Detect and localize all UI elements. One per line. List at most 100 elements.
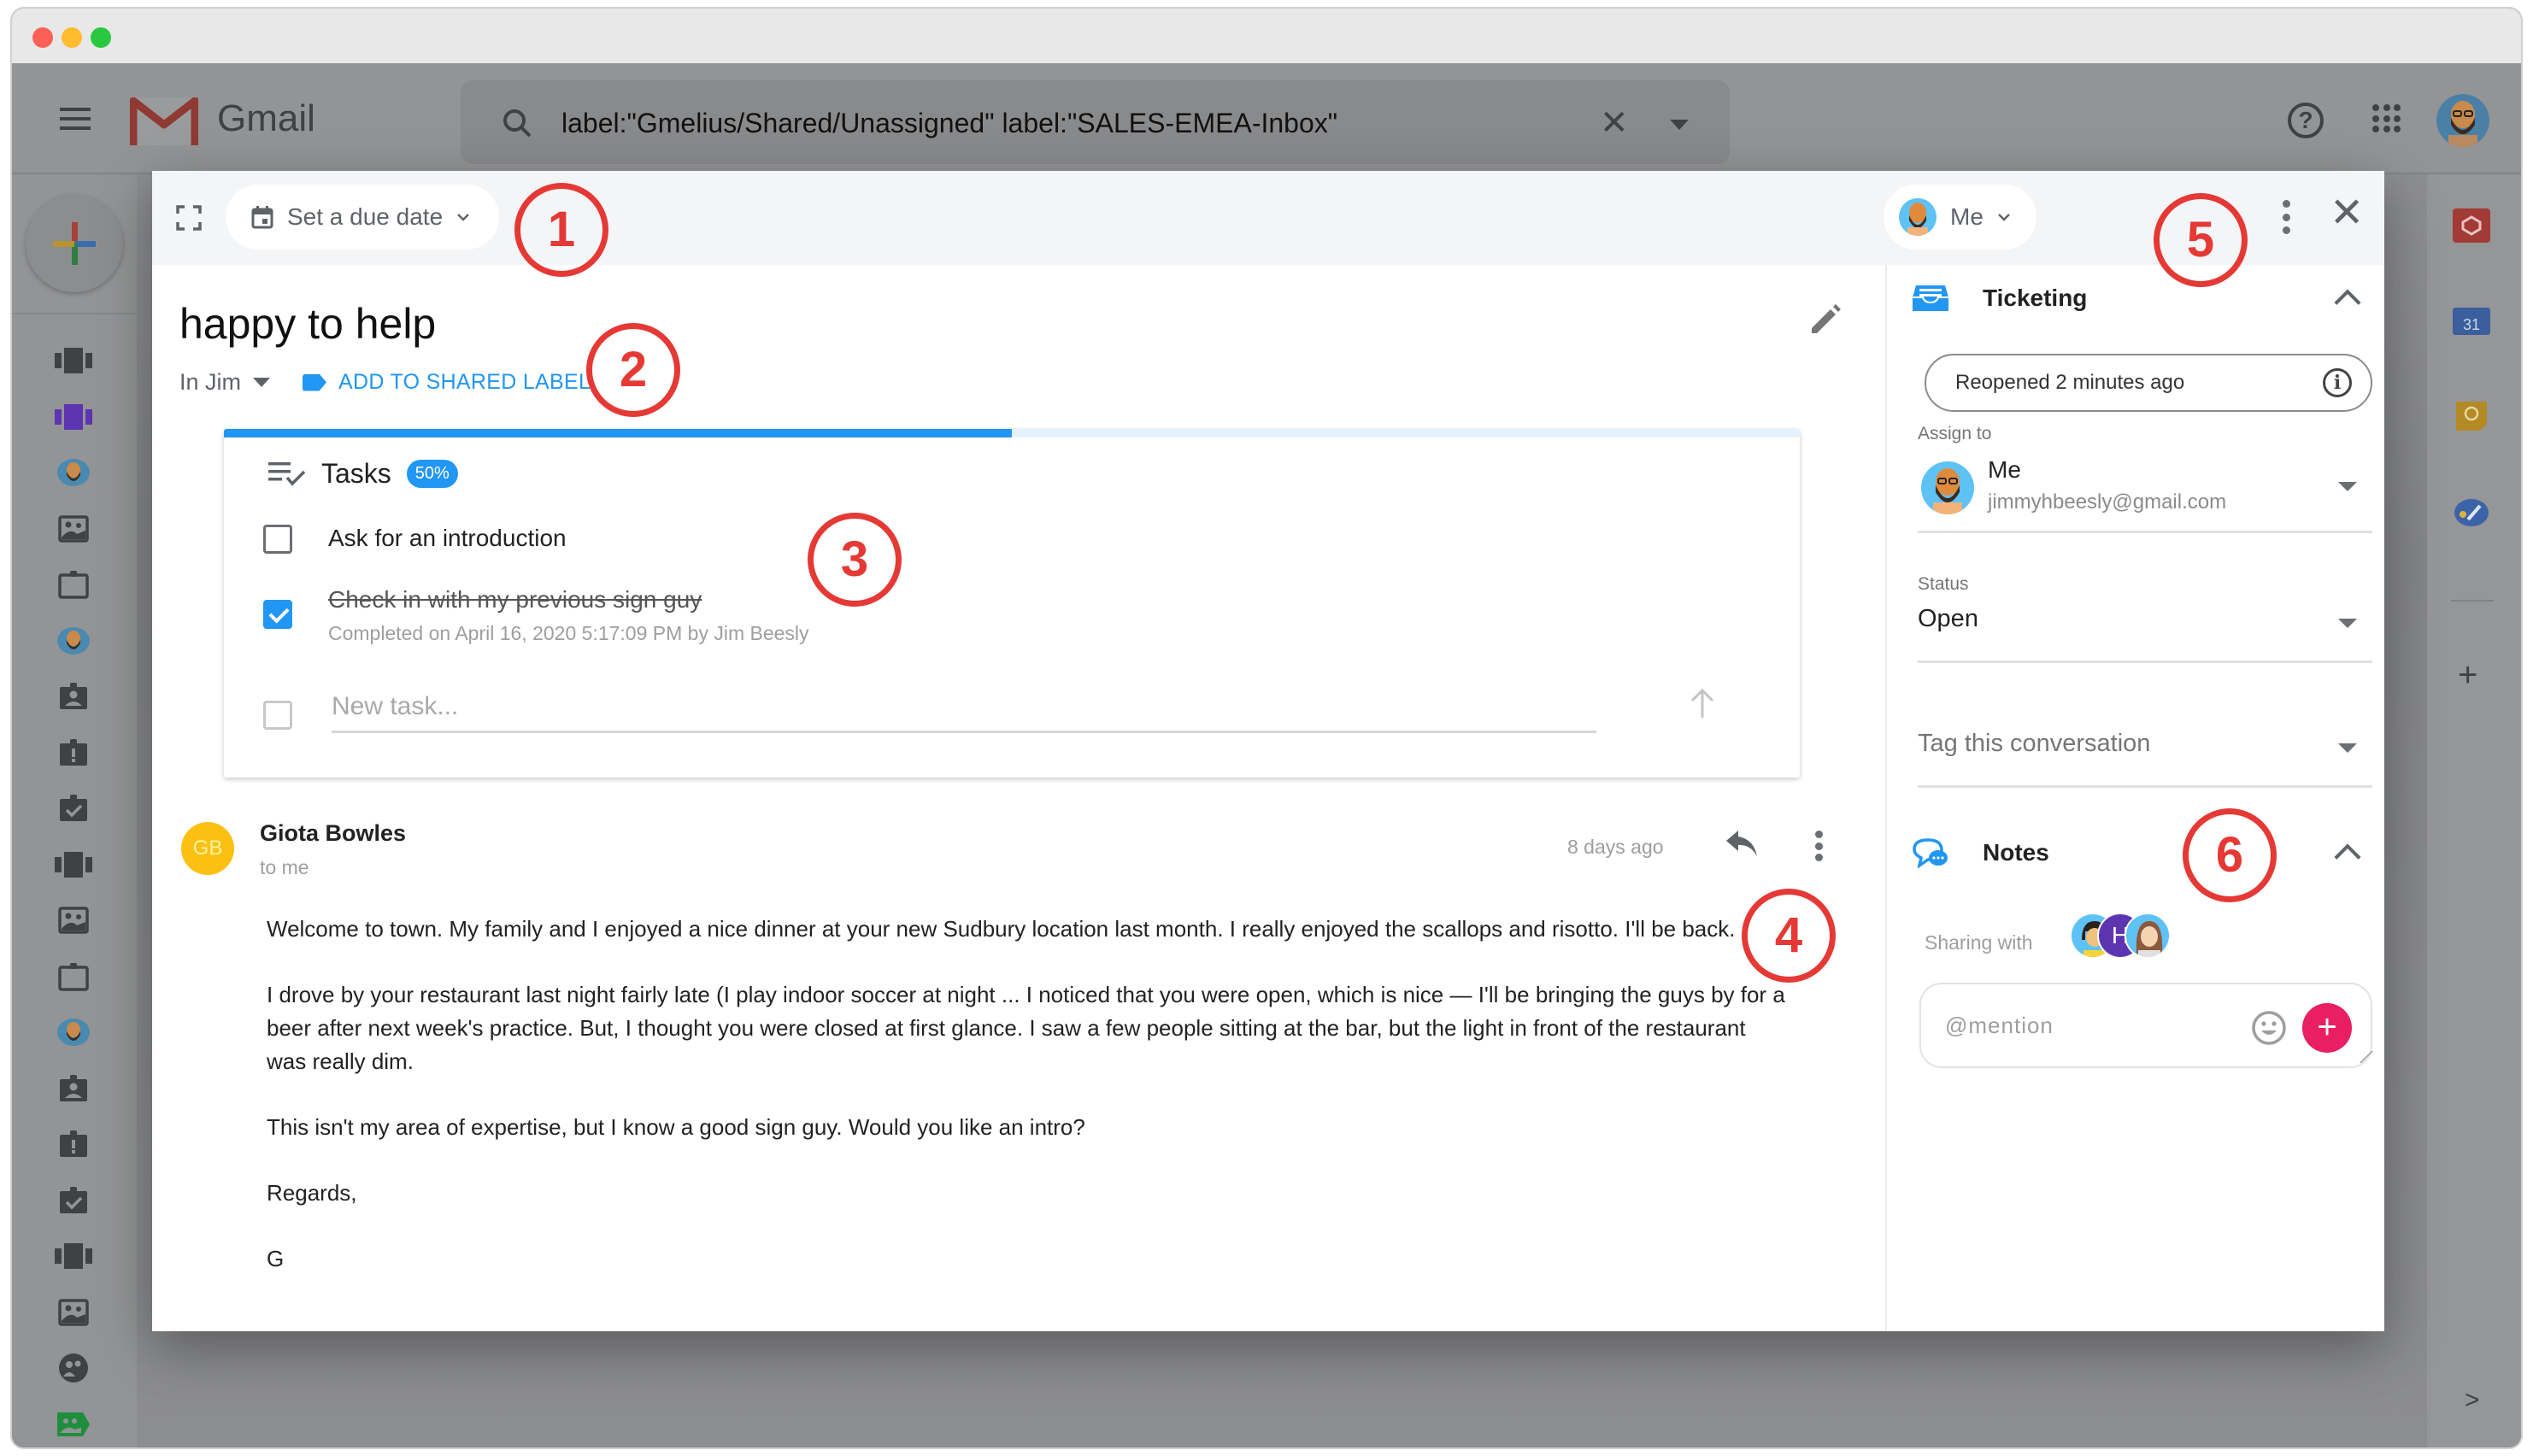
tasks-progress-badge: 50% (406, 460, 458, 488)
emoji-icon[interactable] (2251, 1010, 2287, 1046)
window-titlebar (12, 9, 2521, 63)
search-options-icon[interactable] (1670, 120, 1689, 130)
group-icon[interactable] (55, 1349, 92, 1387)
task-item: Check in with my previous sign guy Compl… (263, 586, 809, 645)
label-board-icon[interactable] (55, 1406, 92, 1443)
avatar-icon[interactable] (55, 1013, 92, 1051)
clipboard-check-icon[interactable] (55, 1182, 92, 1219)
recipient-label[interactable]: to me (260, 856, 309, 879)
tasks-card: Tasks 50% Ask for an introduction Check … (224, 429, 1800, 778)
resize-handle[interactable] (2349, 1051, 2373, 1063)
sharing-with-label: Sharing with (1925, 931, 2033, 954)
add-to-shared-label-button[interactable]: ADD TO SHARED LABEL (303, 370, 591, 395)
calendar-icon[interactable]: 31 (2453, 304, 2490, 338)
new-task-checkbox (263, 701, 292, 730)
clipboard-alert-icon[interactable] (55, 734, 92, 772)
window-close-button[interactable] (32, 27, 53, 48)
assign-to-select[interactable]: Me jimmyhbeesly@gmail.com (1918, 453, 2372, 533)
due-date-label: Set a due date (287, 203, 444, 230)
info-icon[interactable]: i (2323, 368, 2352, 397)
chevron-right-icon[interactable]: > (2465, 1386, 2480, 1415)
fullscreen-icon[interactable] (176, 205, 202, 231)
chevron-up-icon[interactable] (2334, 843, 2361, 871)
carousel-icon[interactable] (39, 1225, 108, 1287)
add-note-button[interactable]: + (2302, 1003, 2352, 1053)
carousel-icon[interactable] (55, 342, 92, 379)
keep-icon[interactable] (2453, 398, 2490, 432)
message-paragraph: Regards, (267, 1180, 357, 1206)
modal-toolbar: Set a due date Me ✕ (152, 171, 2384, 265)
annotation-callout-1: 1 (514, 183, 608, 277)
folder-label[interactable]: In Jim (179, 369, 241, 396)
conversation-modal: Set a due date Me ✕ happy to help In Jim (152, 171, 2384, 1331)
reply-icon[interactable] (1725, 829, 1759, 858)
task-checkbox-checked[interactable] (263, 600, 292, 629)
rail-divider (12, 313, 137, 314)
task-text[interactable]: Check in with my previous sign guy (328, 586, 809, 614)
image-board-icon[interactable] (55, 1294, 92, 1331)
window-minimize-button[interactable] (62, 27, 82, 48)
search-bar[interactable]: label:"Gmelius/Shared/Unassigned" label:… (461, 80, 1730, 164)
chevron-down-icon (457, 214, 470, 221)
bearded-man-avatar-icon (2436, 94, 2489, 147)
clipboard-icon[interactable] (55, 566, 92, 603)
apps-grid-icon[interactable] (2372, 104, 2401, 133)
annotation-callout-2: 2 (586, 323, 680, 417)
window-zoom-button[interactable] (91, 27, 111, 48)
avatar-icon[interactable] (55, 622, 92, 660)
dropdown-triangle-icon (2338, 482, 2357, 491)
carousel-icon[interactable] (55, 846, 92, 884)
ticket-status-pill: Reopened 2 minutes ago i (1925, 354, 2372, 412)
dropdown-triangle-icon[interactable] (253, 378, 271, 387)
gmelius-icon[interactable] (2453, 208, 2490, 243)
status-select[interactable]: Open (1918, 605, 2372, 663)
clipboard-check-icon[interactable] (55, 790, 92, 827)
close-icon[interactable]: ✕ (2330, 193, 2364, 234)
arrow-up-icon[interactable] (1685, 687, 1719, 721)
more-vert-icon[interactable] (2280, 200, 2292, 234)
sender-name[interactable]: Giota Bowles (260, 820, 406, 847)
edit-pencil-icon[interactable] (1808, 302, 1842, 337)
plus-icon[interactable]: + (2458, 658, 2477, 692)
woman-long-hair-avatar[interactable] (2125, 913, 2171, 959)
compose-button[interactable] (26, 195, 123, 292)
search-input[interactable]: label:"Gmelius/Shared/Unassigned" label:… (561, 108, 1337, 139)
more-vert-icon[interactable] (1813, 831, 1824, 861)
message-body: Welcome to town. My family and I enjoyed… (267, 913, 1916, 1308)
tasks-title: Tasks (321, 458, 391, 489)
note-composer: + (1919, 983, 2373, 1068)
tasks-header: Tasks 50% (268, 458, 458, 490)
help-icon[interactable]: ? (2288, 103, 2324, 138)
clipboard-icon[interactable] (39, 945, 108, 1007)
search-icon[interactable] (502, 108, 532, 138)
close-icon[interactable]: ✕ (1600, 106, 1629, 140)
mention-input[interactable] (1945, 1008, 2236, 1042)
image-board-icon[interactable] (55, 510, 92, 548)
ticketing-section-header[interactable]: Ticketing (1913, 284, 2369, 316)
assignee-chip-button[interactable]: Me (1884, 185, 2036, 250)
task-checkbox[interactable] (263, 525, 292, 554)
gmail-header: Gmail label:"Gmelius/Shared/Unassigned" … (12, 63, 2521, 174)
main-menu-icon[interactable] (60, 108, 91, 130)
image-board-icon[interactable] (55, 901, 92, 939)
conversation-pane: happy to help In Jim ADD TO SHARED LABEL (152, 265, 1885, 1331)
new-task-input[interactable] (332, 682, 1596, 733)
rail-divider (2451, 600, 2494, 602)
avatar-icon[interactable] (55, 454, 92, 491)
set-due-date-button[interactable]: Set a due date (226, 185, 500, 250)
clipboard-account-icon[interactable] (55, 678, 92, 715)
chevron-up-icon[interactable] (2334, 289, 2361, 316)
right-rail: 31 + > (2427, 174, 2521, 1447)
tag-conversation-select[interactable]: Tag this conversation (1918, 730, 2372, 788)
assignee-label: Me (1950, 203, 1983, 230)
task-text[interactable]: Ask for an introduction (328, 525, 567, 552)
clipboard-alert-icon[interactable] (55, 1125, 92, 1163)
ticket-status-text: Reopened 2 minutes ago (1955, 371, 2185, 394)
tasks-icon[interactable] (2453, 496, 2490, 530)
notes-section-header[interactable]: Notes (1913, 837, 2369, 871)
gmail-logo-icon[interactable] (130, 97, 198, 145)
clipboard-account-icon[interactable] (55, 1070, 92, 1107)
carousel-icon[interactable] (55, 398, 92, 436)
account-avatar[interactable] (2436, 94, 2489, 147)
message-paragraph: Welcome to town. My family and I enjoyed… (267, 916, 1736, 942)
